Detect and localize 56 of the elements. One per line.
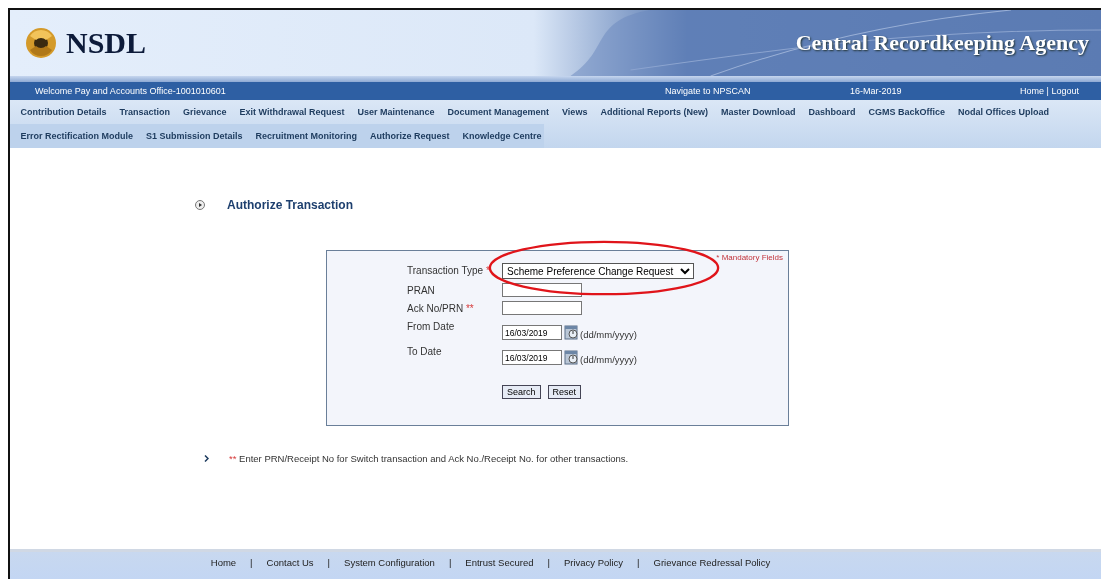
menu-item[interactable]: Document Management	[441, 107, 556, 117]
menu-item[interactable]: S1 Submission Details	[139, 131, 250, 141]
logo-icon	[24, 26, 58, 60]
separator: |	[547, 557, 550, 570]
menu-item[interactable]: Recruitment Monitoring	[249, 131, 364, 141]
menu-item[interactable]: Views	[555, 107, 594, 117]
menu-item[interactable]: Exit Withdrawal Request	[233, 107, 351, 117]
separator: |	[637, 557, 640, 570]
footer-link[interactable]: Privacy Policy	[563, 557, 624, 579]
footer-link[interactable]: Home	[210, 557, 237, 579]
transaction-type-dropdown[interactable]: Scheme Preference Change Request	[502, 263, 694, 279]
agency-title: Central Recordkeeping Agency	[795, 30, 1090, 56]
page-title: Authorize Transaction	[227, 198, 354, 212]
menu-item[interactable]: Master Download	[714, 107, 802, 117]
menu-item[interactable]: Dashboard	[801, 107, 862, 117]
logo-text: NSDL	[66, 26, 147, 60]
field-label: To Date	[407, 345, 443, 357]
separator: |	[250, 557, 253, 570]
menu-item[interactable]: Transaction	[113, 107, 177, 117]
chevron-icon	[204, 455, 209, 462]
date-text: 16-Mar-2019	[850, 86, 902, 96]
separator: |	[448, 557, 452, 570]
menu-item[interactable]: CGMS BackOffice	[861, 107, 952, 117]
menu-item[interactable]: Error Rectification Module	[14, 131, 140, 141]
separator: |	[1045, 86, 1050, 96]
date-format-hint: (dd/mm/yyyy)	[580, 354, 637, 365]
field-label: From Date	[407, 320, 456, 332]
date-field[interactable]: 16/03/2019	[502, 325, 562, 340]
form-button[interactable]: Reset	[547, 385, 582, 399]
date-format-hint: (dd/mm/yyyy)	[580, 329, 637, 340]
date-field[interactable]: 16/03/2019	[502, 350, 562, 365]
navigate-link[interactable]: Navigate to NPSCAN	[665, 86, 751, 96]
menu-item[interactable]: Grievance	[176, 107, 234, 117]
menu-item[interactable]: Knowledge Centre	[456, 131, 549, 141]
menu-item[interactable]: User Maintenance	[351, 107, 441, 117]
field-label: Ack No/PRN **	[407, 302, 475, 314]
footer-link[interactable]: Entrust Secured	[465, 557, 534, 579]
bullet-icon	[195, 200, 205, 210]
menu-item[interactable]: Contribution Details	[14, 107, 113, 117]
footer-link[interactable]: System Configuration	[344, 557, 435, 579]
footer-link[interactable]: Contact Us	[266, 557, 314, 579]
menu-item[interactable]: Nodal Offices Upload	[951, 107, 1056, 117]
calendar-icon[interactable]	[564, 324, 578, 340]
menu-item[interactable]: Authorize Request	[363, 131, 457, 141]
footer-link[interactable]: Grievance Redressal Policy	[653, 557, 771, 579]
header-link[interactable]: Logout	[1051, 86, 1079, 96]
field-label: PRAN	[407, 284, 436, 296]
separator: |	[327, 557, 331, 570]
welcome-text: Welcome Pay and Accounts Office-1001010601	[35, 86, 226, 96]
mandatory-note: * Mandatory Fields	[716, 253, 783, 262]
menu-item[interactable]: Additional Reports (New)	[593, 107, 715, 117]
note-text: ** Enter PRN/Receipt No for Switch transaction and Ack No./Receipt No. for other transactions.	[229, 453, 629, 464]
calendar-icon[interactable]	[564, 349, 578, 365]
input-field[interactable]	[502, 301, 582, 315]
form-button[interactable]: Search	[502, 385, 541, 399]
header-link[interactable]: Home	[1020, 86, 1045, 96]
